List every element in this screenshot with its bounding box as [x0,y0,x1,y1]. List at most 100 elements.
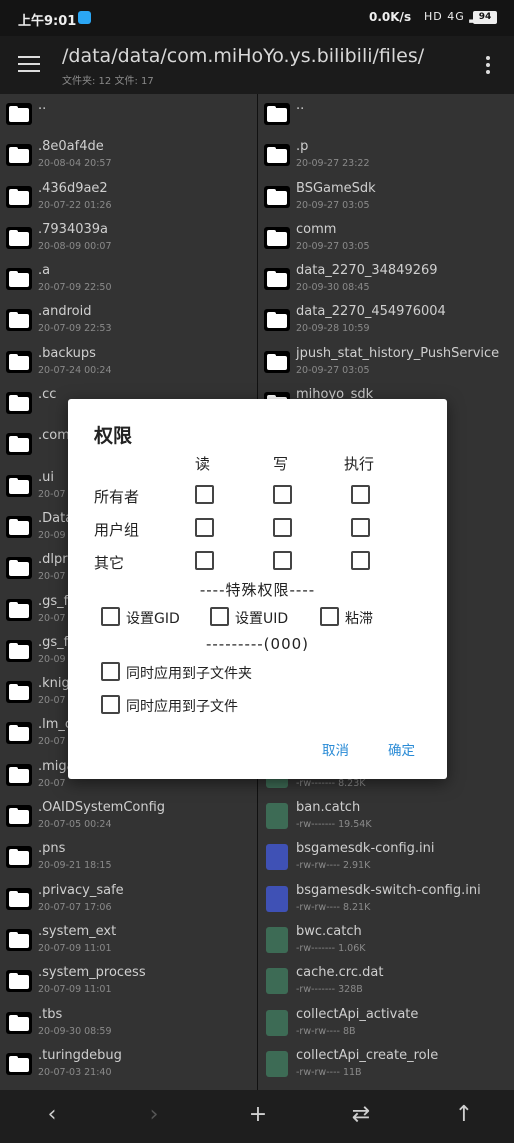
file-meta: 20-07-09 11:01 [38,984,112,996]
permissions-dialog: 权限 读 写 执行 所有者 用户组 其它 ----特殊权限---- 设置GID … [68,399,447,779]
file-meta: 20-09-21 18:15 [38,860,112,872]
more-options-icon[interactable] [486,56,492,77]
file-meta: 20-09-30 08:59 [38,1025,112,1037]
up-icon[interactable]: ↑ [449,1102,479,1127]
file-meta: 20-09-27 23:22 [296,158,370,170]
file-row[interactable]: .p 20-09-27 23:22 [258,135,514,176]
file-row[interactable]: .tbs 20-09-30 08:59 [0,1003,257,1044]
apply-subfiles-label: 同时应用到子文件 [126,699,238,715]
forward-icon[interactable]: › [139,1102,169,1127]
file-icon [266,968,288,995]
file-row[interactable]: BSGameSdk 20-09-27 03:05 [258,177,514,218]
file-meta: 20-07 [38,612,66,624]
back-icon[interactable]: ‹ [37,1102,67,1127]
file-name: .android [38,304,92,320]
menu-icon[interactable] [18,56,40,74]
apply-subfolders-checkbox[interactable] [101,662,120,681]
file-row[interactable]: comm 20-09-27 03:05 [258,218,514,259]
file-row[interactable]: .privacy_safe 20-07-07 17:06 [0,879,257,920]
file-meta: -rw------- 8.23K [296,777,366,789]
file-row[interactable]: .android 20-07-09 22:53 [0,300,257,341]
file-name: .cc [38,387,57,403]
file-meta: 20-08-09 00:07 [38,240,112,252]
file-name: bsgamesdk-switch-config.ini [296,882,481,898]
folder-icon [6,309,32,332]
folder-icon [6,681,32,704]
file-row[interactable]: .system_ext 20-07-09 11:01 [0,920,257,961]
file-row[interactable]: .backups 20-07-24 00:24 [0,342,257,383]
file-name: ban.catch [296,800,361,816]
file-row[interactable]: .OAIDSystemConfig 20-07-05 00:24 [0,796,257,837]
file-row[interactable]: cache.crc.dat -rw------- 328B [258,961,514,1002]
folder-icon [264,350,290,373]
group-read-checkbox[interactable] [195,518,214,537]
other-read-checkbox[interactable] [195,551,214,570]
sticky-checkbox[interactable] [320,607,339,626]
sticky-label: 粘滞 [345,611,373,627]
add-icon[interactable]: + [243,1102,273,1127]
file-row[interactable]: .8e0af4de 20-08-04 20:57 [0,135,257,176]
file-meta: 20-07-09 11:01 [38,942,112,954]
file-icon [266,1009,288,1036]
set-gid-checkbox[interactable] [101,607,120,626]
file-meta: 20-09 [38,529,66,541]
file-meta: 20-07 [38,777,66,789]
file-meta: -rw------- 328B [296,984,363,996]
row-group: 用户组 [94,521,140,539]
folder-icon [6,515,32,538]
file-row[interactable]: .turingdebug 20-07-03 21:40 [0,1044,257,1085]
file-row[interactable]: .a 20-07-09 22:50 [0,259,257,300]
set-uid-checkbox[interactable] [210,607,229,626]
file-meta: -rw------- 1.06K [296,942,366,954]
file-row[interactable]: jpush_stat_history_PushService 20-09-27 0… [258,342,514,383]
swap-panes-icon[interactable]: ⇄ [346,1102,376,1127]
file-meta: 20-09 [38,653,66,665]
file-row[interactable]: ban.catch -rw------- 19.54K [258,796,514,837]
owner-write-checkbox[interactable] [273,485,292,504]
app-notification-icon [78,11,91,24]
owner-read-checkbox[interactable] [195,485,214,504]
file-row[interactable]: bsgamesdk-switch-config.ini -rw-rw---- 8.… [258,879,514,920]
file-row[interactable]: collectApi_activate -rw-rw---- 8B [258,1003,514,1044]
file-row[interactable]: bwc.catch -rw------- 1.06K [258,920,514,961]
group-write-checkbox[interactable] [273,518,292,537]
folder-icon [6,970,32,993]
file-meta: 20-07-03 21:40 [38,1066,112,1078]
file-meta: 20-07 [38,695,66,707]
group-exec-checkbox[interactable] [351,518,370,537]
other-exec-checkbox[interactable] [351,551,370,570]
folder-icon [6,846,32,869]
folder-icon [264,309,290,332]
folder-icon [6,392,32,415]
apply-subfiles-checkbox[interactable] [101,695,120,714]
status-time: 上午9:01 [18,14,77,29]
folder-icon [6,226,32,249]
file-row[interactable]: .system_process 20-07-09 11:01 [0,961,257,1002]
document-icon [266,844,288,871]
toolbar: /data/data/com.miHoYo.ys.bilibili/files/… [0,36,514,94]
file-row[interactable]: .. [0,94,257,135]
dialog-title: 权限 [94,425,133,447]
file-meta: -rw-rw---- 8.21K [296,901,371,913]
owner-exec-checkbox[interactable] [351,485,370,504]
file-name: jpush_stat_history_PushService [296,345,500,361]
file-row[interactable]: .pns 20-09-21 18:15 [0,837,257,878]
battery-icon: 94 [473,11,497,24]
other-write-checkbox[interactable] [273,551,292,570]
file-name: bwc.catch [296,923,362,939]
apply-subfolders-label: 同时应用到子文件夹 [126,666,252,682]
file-row[interactable]: data_2270_454976004 20-09-28 10:59 [258,300,514,341]
file-row[interactable]: .436d9ae2 20-07-22 01:26 [0,177,257,218]
folder-icon [6,474,32,497]
folder-icon [6,557,32,580]
file-row[interactable]: collectApi_create_role -rw-rw---- 11B [258,1044,514,1085]
document-icon [266,885,288,912]
file-row[interactable]: .. [258,94,514,135]
ok-button[interactable]: 确定 [388,739,415,759]
cancel-button[interactable]: 取消 [322,739,349,759]
file-row[interactable]: bsgamesdk-config.ini -rw-rw---- 2.91K [258,837,514,878]
file-row[interactable]: .7934039a 20-08-09 00:07 [0,218,257,259]
file-meta: 20-08-04 20:57 [38,158,112,170]
file-row[interactable]: data_2270_34849269 20-09-30 08:45 [258,259,514,300]
folder-icon [264,144,290,167]
